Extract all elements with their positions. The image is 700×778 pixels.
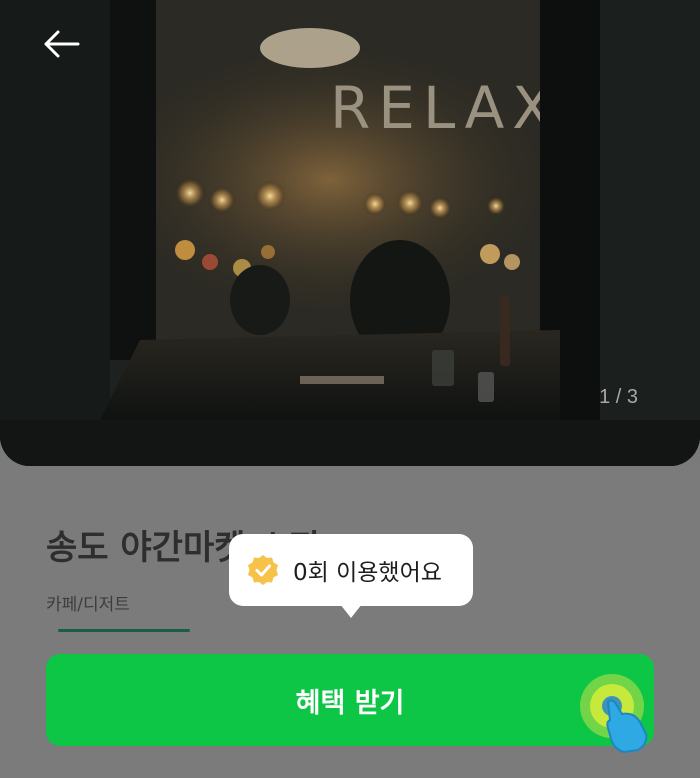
shop-category: 카페/디저트 — [46, 595, 130, 615]
hero-image[interactable]: RELAX 1 / 3 — [0, 0, 700, 466]
usage-tooltip: 0회 이용했어요 — [229, 534, 473, 618]
svg-text:RELAX: RELAX — [330, 74, 560, 142]
usage-count-text: 0회 이용했어요 — [293, 560, 442, 586]
arrow-left-icon — [44, 30, 80, 58]
verified-badge-icon — [248, 555, 278, 585]
gallery-page-indicator: 1 / 3 — [599, 386, 638, 408]
tab-underline — [58, 629, 190, 632]
cafe-photo: RELAX — [0, 0, 700, 466]
back-button[interactable] — [44, 30, 96, 82]
get-benefit-button[interactable]: 혜택 받기 — [46, 654, 654, 746]
tap-hand-icon — [578, 672, 664, 758]
get-benefit-label: 혜택 받기 — [295, 687, 405, 719]
